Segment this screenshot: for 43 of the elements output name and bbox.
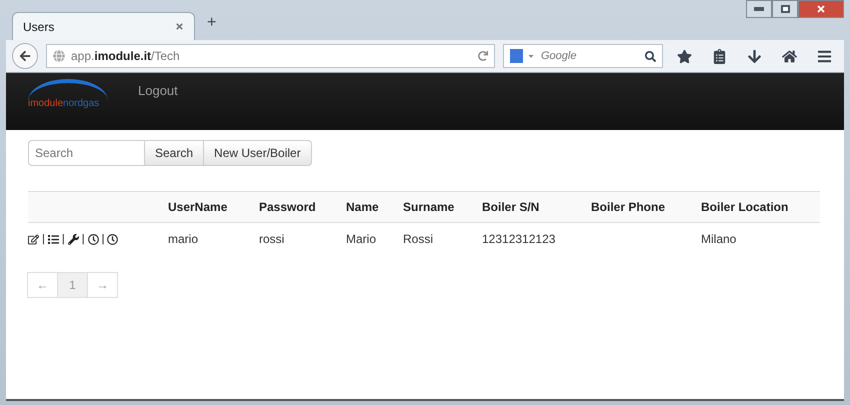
table-cell: Rossi (403, 232, 434, 246)
reload-icon[interactable] (478, 51, 488, 61)
column-header: Boiler Phone (591, 200, 666, 214)
search-field[interactable]: Search (28, 140, 145, 166)
table-cell: Milano (701, 232, 736, 246)
globe-icon (53, 50, 65, 62)
column-header: Password (259, 200, 316, 214)
separator-text: | (62, 233, 65, 246)
maximize-button[interactable] (772, 0, 798, 18)
search-button[interactable]: Search (145, 140, 204, 166)
table-cell: rossi (259, 232, 284, 246)
column-header: Boiler Location (701, 200, 788, 214)
search-engine-field[interactable]: Google (503, 44, 663, 68)
separator-text: | (102, 233, 104, 246)
edit-icon[interactable] (28, 234, 39, 245)
logout-link[interactable]: Logout (138, 83, 178, 98)
address-bar[interactable]: app.imodule.it/Tech (46, 44, 495, 68)
new-user-button[interactable]: New User/Boiler (204, 140, 312, 166)
list-icon[interactable] (48, 234, 59, 245)
minimize-button[interactable] (746, 0, 772, 18)
new-tab-button[interactable]: + (207, 14, 216, 32)
close-icon[interactable] (175, 22, 184, 31)
column-header: UserName (168, 200, 228, 214)
browser-tab[interactable]: Users (12, 12, 195, 40)
column-header: Surname (403, 200, 454, 214)
url-text: app.imodule.it/Tech (71, 49, 181, 63)
clock-icon[interactable] (107, 234, 118, 245)
wrench-icon[interactable] (68, 234, 79, 245)
close-button[interactable] (798, 0, 844, 18)
separator-text: | (82, 233, 85, 246)
column-header: Boiler S/N (482, 200, 540, 214)
table-cell: Mario (346, 232, 376, 246)
column-header: Name (346, 200, 379, 214)
separator-text: | (42, 233, 45, 246)
clock-icon[interactable] (88, 234, 99, 245)
search-icon[interactable] (645, 50, 656, 62)
back-button[interactable] (12, 43, 38, 69)
caret-icon[interactable] (527, 52, 535, 60)
table-cell: mario (168, 232, 198, 246)
table-cell: 12312312123 (482, 232, 556, 246)
logo: imodulenordgas (28, 79, 108, 123)
close-icon[interactable] (816, 4, 826, 14)
back-arrow-icon[interactable] (19, 50, 31, 62)
